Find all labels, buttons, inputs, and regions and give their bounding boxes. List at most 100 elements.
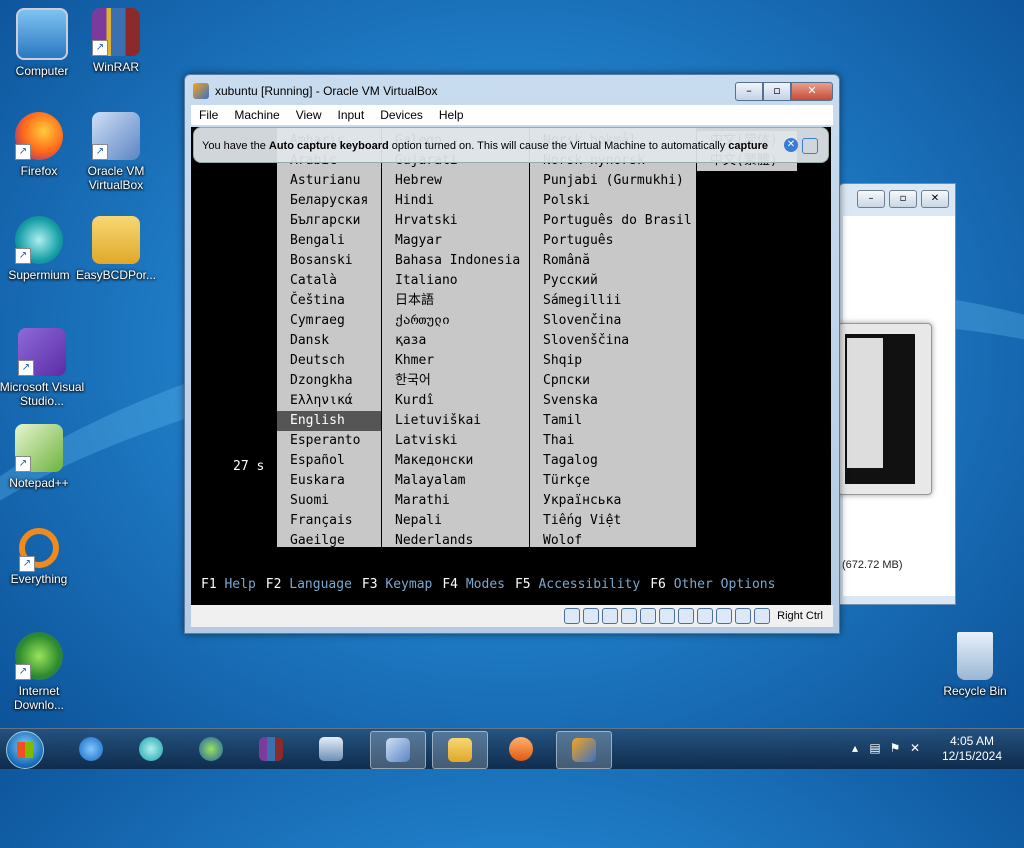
taskbar-setup[interactable]: [304, 731, 358, 767]
close-button[interactable]: ✕: [791, 82, 833, 101]
desktop-icon-supermium[interactable]: ↗ Supermium: [0, 216, 81, 282]
language-option[interactable]: Hebrew: [382, 171, 529, 191]
language-option[interactable]: Български: [277, 211, 381, 231]
language-option[interactable]: ქართული: [382, 311, 529, 331]
desktop-icon-virtualbox[interactable]: ↗ Oracle VM VirtualBox: [74, 112, 158, 192]
language-option[interactable]: Hindi: [382, 191, 529, 211]
language-option[interactable]: Asturianu: [277, 171, 381, 191]
taskbar-vm-window[interactable]: [556, 731, 612, 769]
language-option[interactable]: Svenska: [530, 391, 696, 411]
menu-devices[interactable]: Devices: [372, 108, 431, 122]
taskbar-internet-explorer[interactable]: [64, 731, 118, 767]
language-option[interactable]: Punjabi (Gurmukhi): [530, 171, 696, 191]
display-icon[interactable]: [678, 608, 695, 624]
language-option[interactable]: Català: [277, 271, 381, 291]
language-option[interactable]: Suomi: [277, 491, 381, 511]
notice-info-icon[interactable]: [802, 138, 818, 154]
fkey-label[interactable]: Help: [224, 577, 255, 592]
language-option[interactable]: Bahasa Indonesia: [382, 251, 529, 271]
desktop-icon-notepadpp[interactable]: ↗ Notepad++: [0, 424, 81, 490]
notice-close-icon[interactable]: ✕: [784, 138, 798, 152]
language-option[interactable]: қаза: [382, 331, 529, 351]
language-option[interactable]: English: [277, 411, 381, 431]
cpu-icon[interactable]: [716, 608, 733, 624]
language-option[interactable]: Français: [277, 511, 381, 531]
hard-disk-icon[interactable]: [564, 608, 581, 624]
language-option[interactable]: Latviski: [382, 431, 529, 451]
language-option[interactable]: Tamil: [530, 411, 696, 431]
language-option[interactable]: Türkçe: [530, 471, 696, 491]
language-option[interactable]: Українська: [530, 491, 696, 511]
language-option[interactable]: Српски: [530, 371, 696, 391]
volume-muted-icon[interactable]: ✕: [908, 741, 922, 755]
language-option[interactable]: Khmer: [382, 351, 529, 371]
taskbar-file-explorer[interactable]: [432, 731, 488, 769]
language-option[interactable]: Deutsch: [277, 351, 381, 371]
language-option[interactable]: Gaeilge: [277, 531, 381, 551]
host-key-icon[interactable]: [754, 608, 771, 624]
taskbar-supermium[interactable]: [124, 731, 178, 767]
language-option[interactable]: Bosanski: [277, 251, 381, 271]
language-option[interactable]: 한국어: [382, 371, 529, 391]
fkey-key[interactable]: F3: [362, 577, 385, 592]
fkey-key[interactable]: F1: [201, 577, 224, 592]
language-option[interactable]: Esperanto: [277, 431, 381, 451]
language-option[interactable]: Slovenščina: [530, 331, 696, 351]
language-option[interactable]: Italiano: [382, 271, 529, 291]
desktop-icon-recycle-bin[interactable]: Recycle Bin: [933, 632, 1017, 698]
maximize-icon[interactable]: ▫: [889, 190, 917, 208]
language-option[interactable]: Nederlands: [382, 531, 529, 551]
language-option[interactable]: Dansk: [277, 331, 381, 351]
language-option[interactable]: Euskara: [277, 471, 381, 491]
desktop-icon-visual-studio[interactable]: ↗ Microsoft Visual Studio...: [0, 328, 87, 408]
language-option[interactable]: Malayalam: [382, 471, 529, 491]
desktop-icon-easybcd[interactable]: EasyBCDPor...: [74, 216, 158, 282]
language-option[interactable]: Русский: [530, 271, 696, 291]
action-center-icon[interactable]: ⚑: [888, 741, 902, 755]
vm-screen[interactable]: You have the Auto capture keyboard optio…: [191, 127, 831, 605]
language-option[interactable]: Thai: [530, 431, 696, 451]
language-option[interactable]: Română: [530, 251, 696, 271]
audio-icon[interactable]: [602, 608, 619, 624]
optical-drive-icon[interactable]: [583, 608, 600, 624]
language-option[interactable]: Ελληνικά: [277, 391, 381, 411]
fkey-key[interactable]: F4: [442, 577, 465, 592]
desktop-icon-computer[interactable]: Computer: [0, 8, 84, 78]
desktop-icon-winrar[interactable]: ↗ WinRAR: [74, 8, 158, 74]
fkey-key[interactable]: F2: [266, 577, 289, 592]
fkey-label[interactable]: Language: [289, 577, 352, 592]
language-option[interactable]: Tagalog: [530, 451, 696, 471]
taskbar-idm[interactable]: [184, 731, 238, 767]
language-option[interactable]: Tiếng Việt: [530, 511, 696, 531]
fkey-key[interactable]: F5: [515, 577, 538, 592]
taskbar-virtualbox[interactable]: [370, 731, 426, 769]
start-button[interactable]: [6, 731, 44, 769]
language-option[interactable]: Português do Brasil: [530, 211, 696, 231]
fkey-key[interactable]: F6: [650, 577, 673, 592]
minimize-button[interactable]: –: [735, 82, 763, 101]
language-option[interactable]: Lietuviškai: [382, 411, 529, 431]
language-option[interactable]: Português: [530, 231, 696, 251]
language-option[interactable]: Беларуская: [277, 191, 381, 211]
language-option[interactable]: Shqip: [530, 351, 696, 371]
language-option[interactable]: 日本語: [382, 291, 529, 311]
fkey-label[interactable]: Modes: [466, 577, 505, 592]
desktop-icon-firefox[interactable]: ↗ Firefox: [0, 112, 81, 178]
menu-help[interactable]: Help: [431, 108, 472, 122]
language-option[interactable]: Македонски: [382, 451, 529, 471]
language-option[interactable]: Slovenčina: [530, 311, 696, 331]
show-hidden-icons[interactable]: ▴: [848, 741, 862, 755]
language-option[interactable]: Dzongkha: [277, 371, 381, 391]
minimize-icon[interactable]: –: [857, 190, 885, 208]
language-option[interactable]: Wolof: [530, 531, 696, 551]
taskbar-winrar[interactable]: [244, 731, 298, 767]
language-option[interactable]: Español: [277, 451, 381, 471]
network-icon[interactable]: [621, 608, 638, 624]
menu-view[interactable]: View: [288, 108, 330, 122]
menu-machine[interactable]: Machine: [226, 108, 287, 122]
language-option[interactable]: Polski: [530, 191, 696, 211]
fkey-label[interactable]: Other Options: [674, 577, 776, 592]
language-option[interactable]: Sámegillii: [530, 291, 696, 311]
language-option[interactable]: Magyar: [382, 231, 529, 251]
window-titlebar[interactable]: xubuntu [Running] - Oracle VM VirtualBox: [193, 81, 438, 101]
